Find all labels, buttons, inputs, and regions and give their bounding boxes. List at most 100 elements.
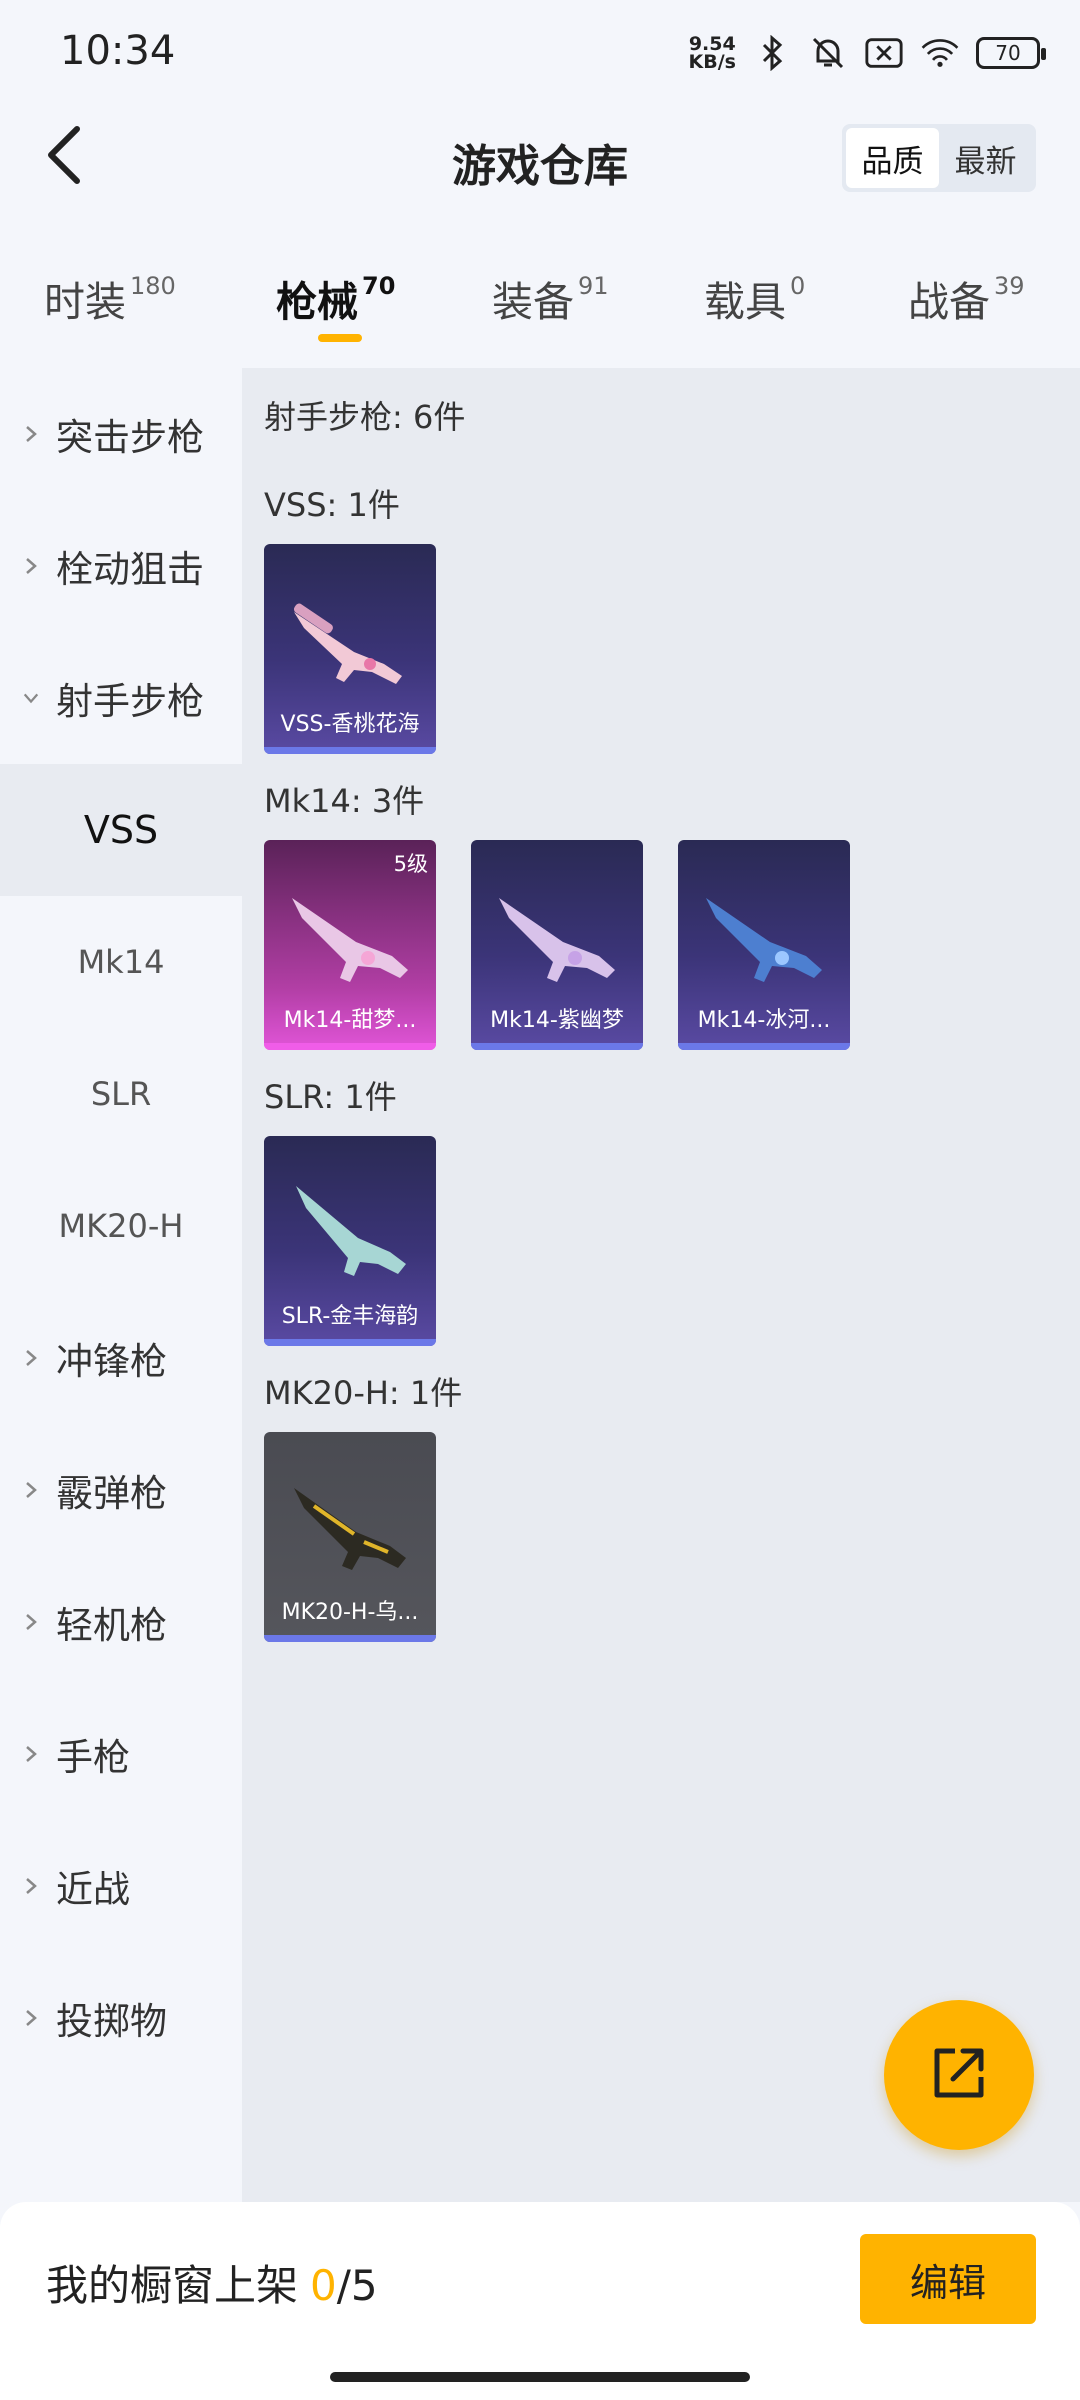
tab-supplies[interactable]: 战备 39 xyxy=(908,268,1025,328)
item-name: SLR-金丰海韵 xyxy=(281,1304,419,1329)
item-name: Mk14-冰河... xyxy=(697,1008,831,1033)
shelf-count: 0 xyxy=(310,2261,337,2310)
sidebar-item-label: 栓动狙击 xyxy=(56,548,204,591)
sim-off-icon xyxy=(864,33,904,73)
tab-label: 战备 xyxy=(908,278,990,326)
chevron-right-icon xyxy=(22,1481,40,1499)
shelf-status: 我的橱窗上架 0 /5 xyxy=(46,2252,378,2313)
group-title-slr: SLR: 1件 xyxy=(264,1078,397,1116)
tab-count: 91 xyxy=(578,272,609,300)
chevron-right-icon xyxy=(22,1745,40,1763)
item-name: Mk14-甜梦... xyxy=(283,1008,417,1033)
sort-quality-option[interactable]: 品质 xyxy=(846,128,939,188)
item-card-vss[interactable]: VSS-香桃花海 xyxy=(264,544,436,754)
wifi-icon xyxy=(920,33,960,73)
group-title-mk14: Mk14: 3件 xyxy=(264,782,425,820)
status-icons: 9.54 KB/s 70 xyxy=(688,28,1046,78)
rifle-icon xyxy=(294,1488,406,1570)
rifle-icon xyxy=(706,898,822,982)
tab-equipment[interactable]: 装备 91 xyxy=(492,268,609,328)
item-card-mk14-1[interactable]: 5级 Mk14-甜梦... xyxy=(264,840,436,1050)
chevron-right-icon xyxy=(22,1877,40,1895)
sidebar-item-label: 突击步枪 xyxy=(56,416,204,459)
sidebar-item-pistol[interactable]: 手枪 xyxy=(0,1688,242,1820)
sidebar-subitem-mk20h[interactable]: MK20-H xyxy=(0,1160,242,1292)
battery-icon: 70 xyxy=(976,37,1046,69)
group-title-vss: VSS: 1件 xyxy=(264,486,400,524)
status-bar: 10:34 9.54 KB/s 70 xyxy=(0,0,1080,104)
item-name: VSS-香桃花海 xyxy=(280,712,420,737)
bottom-bar: 我的橱窗上架 0 /5 编辑 xyxy=(0,2202,1080,2400)
item-grid: 射手步枪: 6件 VSS: 1件 VSS-香桃花海 Mk14: 3件 5级 Mk… xyxy=(242,368,1080,2202)
sidebar-item-label: 近战 xyxy=(56,1868,130,1911)
chevron-down-icon xyxy=(22,689,40,707)
shelf-label: 我的橱窗上架 xyxy=(46,2261,299,2310)
item-name: Mk14-紫幽梦 xyxy=(490,1008,624,1033)
sidebar-item-label: 投掷物 xyxy=(56,2000,167,2043)
tab-count: 180 xyxy=(130,272,176,300)
category-total-title: 射手步枪: 6件 xyxy=(264,398,466,436)
rarity-bar xyxy=(264,1043,436,1050)
rarity-bar xyxy=(264,1339,436,1346)
chevron-right-icon xyxy=(22,557,40,575)
sidebar-item-marksman-rifle[interactable]: 射手步枪 xyxy=(0,632,242,764)
tab-label: 载具 xyxy=(704,278,786,326)
status-time: 10:34 xyxy=(60,28,176,74)
sidebar-item-bolt-sniper[interactable]: 栓动狙击 xyxy=(0,500,242,632)
rifle-icon xyxy=(296,1186,406,1276)
sort-toggle: 品质 最新 xyxy=(842,124,1036,192)
chevron-right-icon xyxy=(22,2009,40,2027)
active-tab-indicator xyxy=(318,334,362,342)
bluetooth-icon xyxy=(752,33,792,73)
sidebar-item-lmg[interactable]: 轻机枪 xyxy=(0,1556,242,1688)
sidebar-item-assault-rifle[interactable]: 突击步枪 xyxy=(0,368,242,500)
sidebar-subitem-mk14[interactable]: Mk14 xyxy=(0,896,242,1028)
share-button[interactable] xyxy=(884,2000,1034,2150)
chevron-right-icon xyxy=(22,1613,40,1631)
rifle-icon xyxy=(293,603,402,684)
chevron-right-icon xyxy=(22,425,40,443)
tab-label: 枪械 xyxy=(276,278,358,326)
rarity-bar xyxy=(471,1043,643,1050)
edit-button[interactable]: 编辑 xyxy=(860,2234,1036,2324)
shelf-total: /5 xyxy=(336,2261,378,2310)
net-speed-unit: KB/s xyxy=(688,51,736,73)
sidebar-item-label: 射手步枪 xyxy=(56,680,204,723)
category-sidebar: 突击步枪 栓动狙击 射手步枪 VSS Mk14 SLR MK20-H 冲锋枪 霰… xyxy=(0,368,242,2202)
rifle-icon xyxy=(499,898,615,982)
rarity-bar xyxy=(264,1635,436,1642)
home-indicator[interactable] xyxy=(330,2372,750,2382)
item-card-mk14-2[interactable]: Mk14-紫幽梦 xyxy=(471,840,643,1050)
rifle-icon xyxy=(292,898,408,982)
tab-vehicles[interactable]: 载具 0 xyxy=(704,268,805,328)
sidebar-item-throwables[interactable]: 投掷物 xyxy=(0,1952,242,2084)
item-name: MK20-H-乌... xyxy=(281,1600,419,1625)
sidebar-subitem-vss[interactable]: VSS xyxy=(0,764,242,896)
sidebar-item-shotgun[interactable]: 霰弹枪 xyxy=(0,1424,242,1556)
tab-count: 70 xyxy=(362,272,396,300)
tab-fashion[interactable]: 时装 180 xyxy=(44,268,176,328)
rarity-bar xyxy=(264,747,436,754)
sidebar-subitem-slr[interactable]: SLR xyxy=(0,1028,242,1160)
tab-label: 装备 xyxy=(492,278,574,326)
sidebar-item-label: 手枪 xyxy=(56,1736,130,1779)
item-card-mk20h[interactable]: MK20-H-乌... xyxy=(264,1432,436,1642)
tab-label: 时装 xyxy=(44,278,126,326)
rarity-bar xyxy=(678,1043,850,1050)
item-card-slr[interactable]: SLR-金丰海韵 xyxy=(264,1136,436,1346)
chevron-right-icon xyxy=(22,1349,40,1367)
sort-newest-option[interactable]: 最新 xyxy=(939,128,1032,188)
sidebar-item-label: 冲锋枪 xyxy=(56,1340,167,1383)
sidebar-item-label: 轻机枪 xyxy=(56,1604,167,1647)
tab-count: 0 xyxy=(790,272,806,300)
item-card-mk14-3[interactable]: Mk14-冰河... xyxy=(678,840,850,1050)
header: 游戏仓库 品质 最新 xyxy=(0,104,1080,214)
group-title-mk20h: MK20-H: 1件 xyxy=(264,1374,463,1412)
sidebar-item-smg[interactable]: 冲锋枪 xyxy=(0,1292,242,1424)
sidebar-item-melee[interactable]: 近战 xyxy=(0,1820,242,1952)
mute-bell-icon xyxy=(808,33,848,73)
tab-count: 39 xyxy=(994,272,1025,300)
category-tabs: 时装 180 枪械 70 装备 91 载具 0 战备 39 xyxy=(0,250,1080,350)
share-icon xyxy=(927,2041,991,2109)
tab-guns[interactable]: 枪械 70 xyxy=(276,268,395,328)
